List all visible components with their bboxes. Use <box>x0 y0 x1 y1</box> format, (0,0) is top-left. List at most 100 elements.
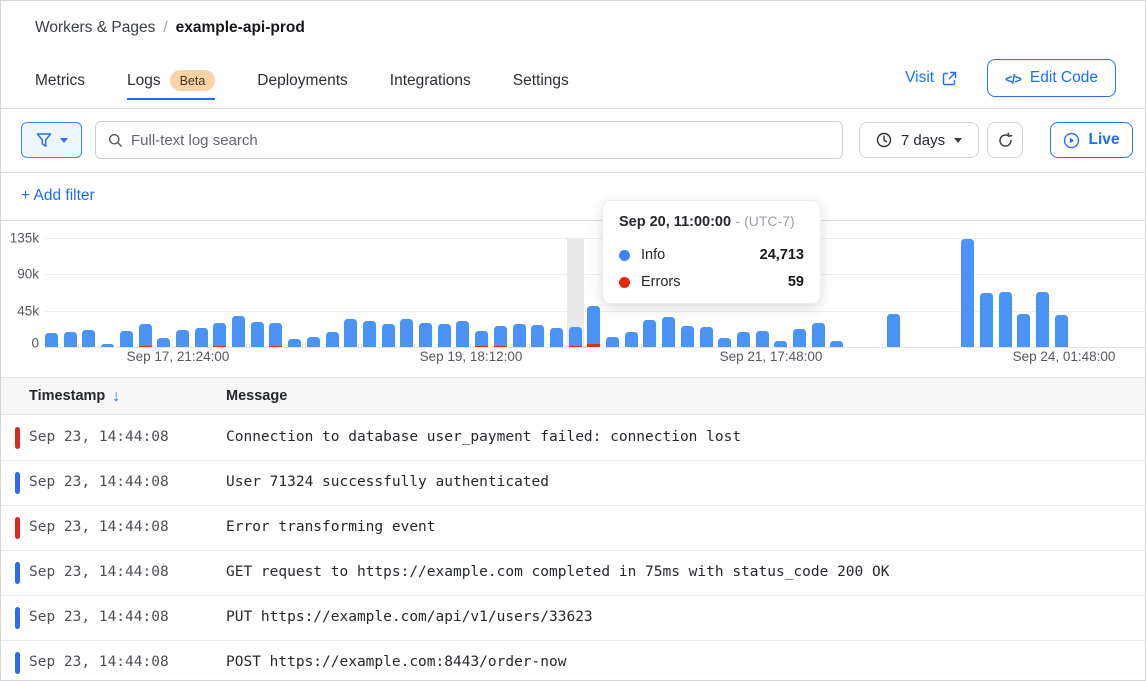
bar-info-segment <box>456 321 469 347</box>
chart-bar[interactable] <box>213 323 226 347</box>
chart-bar[interactable] <box>120 331 133 347</box>
chart-bar[interactable] <box>550 328 563 347</box>
chart-bar[interactable] <box>737 332 750 347</box>
log-row[interactable]: Sep 23, 14:44:08Connection to database u… <box>1 416 1145 461</box>
search-box[interactable] <box>95 121 843 159</box>
chart-bar[interactable] <box>513 324 526 347</box>
column-header-timestamp[interactable]: Timestamp ↓ <box>29 378 120 414</box>
chart-bar[interactable] <box>363 321 376 347</box>
chart-bar[interactable] <box>475 331 488 347</box>
bar-info-segment <box>587 306 600 344</box>
chart-bar[interactable] <box>139 324 152 347</box>
chart-bar[interactable] <box>438 324 451 347</box>
filter-menu-button[interactable] <box>21 122 82 158</box>
y-axis-tick-label: 90k <box>1 267 39 282</box>
bar-info-segment <box>606 337 619 347</box>
chart-bar[interactable] <box>494 326 507 347</box>
sort-descending-icon[interactable]: ↓ <box>112 388 120 406</box>
tab-logs[interactable]: LogsBeta <box>127 63 215 100</box>
chart-bar[interactable] <box>999 292 1012 347</box>
chart-bar[interactable] <box>251 322 264 347</box>
chart-bar[interactable] <box>157 338 170 347</box>
edit-code-button[interactable]: </> Edit Code <box>987 59 1116 97</box>
chart-bar[interactable] <box>569 327 582 347</box>
chart-bar[interactable] <box>1036 292 1049 347</box>
tab-deployments[interactable]: Deployments <box>257 63 347 100</box>
tab-settings[interactable]: Settings <box>513 63 569 100</box>
code-icon: </> <box>1005 71 1021 86</box>
chart-bar[interactable] <box>64 332 77 347</box>
bar-info-segment <box>213 323 226 346</box>
y-axis-tick-label: 0 <box>1 336 39 351</box>
chart-bar[interactable] <box>606 337 619 347</box>
chart-bar[interactable] <box>830 341 843 347</box>
chart-bar[interactable] <box>400 319 413 347</box>
bar-info-segment <box>82 330 95 347</box>
log-row[interactable]: Sep 23, 14:44:08POST https://example.com… <box>1 641 1145 680</box>
chart-bar[interactable] <box>774 341 787 347</box>
log-row[interactable]: Sep 23, 14:44:08User 71324 successfully … <box>1 461 1145 506</box>
log-row[interactable]: Sep 23, 14:44:08PUT https://example.com/… <box>1 596 1145 641</box>
bar-error-segment <box>587 344 600 347</box>
breadcrumb-separator: / <box>163 19 167 37</box>
visit-link[interactable]: Visit <box>905 69 957 87</box>
chart-bar[interactable] <box>961 239 974 347</box>
bar-error-segment <box>139 346 152 348</box>
chart-bar[interactable] <box>643 320 656 347</box>
chart-bar[interactable] <box>662 317 675 347</box>
chart-bar[interactable] <box>531 325 544 347</box>
chart-bar[interactable] <box>587 306 600 347</box>
chart-bar[interactable] <box>625 332 638 347</box>
breadcrumb-parent[interactable]: Workers & Pages <box>35 19 155 37</box>
chart-bar[interactable] <box>307 337 320 347</box>
chart-bar[interactable] <box>793 329 806 347</box>
chart-bar[interactable] <box>681 326 694 347</box>
chart-bar[interactable] <box>382 324 395 347</box>
chart-bar[interactable] <box>419 323 432 347</box>
log-row[interactable]: Sep 23, 14:44:08GET request to https://e… <box>1 551 1145 596</box>
chart-bar[interactable] <box>1055 315 1068 347</box>
info-level-indicator <box>15 607 20 629</box>
chart-bar[interactable] <box>344 319 357 347</box>
column-header-message[interactable]: Message <box>226 378 287 414</box>
refresh-button[interactable] <box>987 122 1023 158</box>
chart-bar[interactable] <box>195 328 208 347</box>
chart-bar[interactable] <box>176 330 189 347</box>
chart-bar[interactable] <box>1017 314 1030 347</box>
chart-bar[interactable] <box>812 323 825 347</box>
log-row[interactable]: Sep 23, 14:44:08Error transforming event <box>1 506 1145 551</box>
chart-bar[interactable] <box>456 321 469 347</box>
chart-bar[interactable] <box>756 331 769 347</box>
time-range-select[interactable]: 7 days <box>859 122 979 158</box>
chart-bar[interactable] <box>269 323 282 347</box>
chart-bar[interactable] <box>45 333 58 347</box>
chart-bar[interactable] <box>980 293 993 347</box>
bar-info-segment <box>513 324 526 347</box>
chart-bar[interactable] <box>288 339 301 347</box>
timestamp-column-label: Timestamp <box>29 388 105 404</box>
bar-info-segment <box>793 329 806 347</box>
info-level-indicator <box>15 562 20 584</box>
log-message: Error transforming event <box>226 519 436 535</box>
errors-dot-icon <box>619 277 630 288</box>
chart-bar[interactable] <box>887 314 900 347</box>
chart-bar[interactable] <box>82 330 95 347</box>
tab-integrations[interactable]: Integrations <box>390 63 471 100</box>
chart-bar[interactable] <box>326 332 339 347</box>
bar-info-segment <box>550 328 563 347</box>
bar-info-segment <box>569 327 582 346</box>
log-message: GET request to https://example.com compl… <box>226 564 889 580</box>
chart-bar[interactable] <box>700 327 713 347</box>
search-input[interactable] <box>131 132 830 149</box>
chart-bar[interactable] <box>101 344 114 347</box>
bar-info-segment <box>1055 315 1068 347</box>
refresh-icon <box>997 132 1014 149</box>
bar-info-segment <box>643 320 656 347</box>
bar-info-segment <box>344 319 357 347</box>
tab-metrics[interactable]: Metrics <box>35 63 85 100</box>
live-button[interactable]: Live <box>1050 122 1133 158</box>
add-filter-button[interactable]: + Add filter <box>21 187 95 205</box>
chart-bar[interactable] <box>232 316 245 347</box>
chart-bar[interactable] <box>718 338 731 347</box>
bar-info-segment <box>251 322 264 347</box>
